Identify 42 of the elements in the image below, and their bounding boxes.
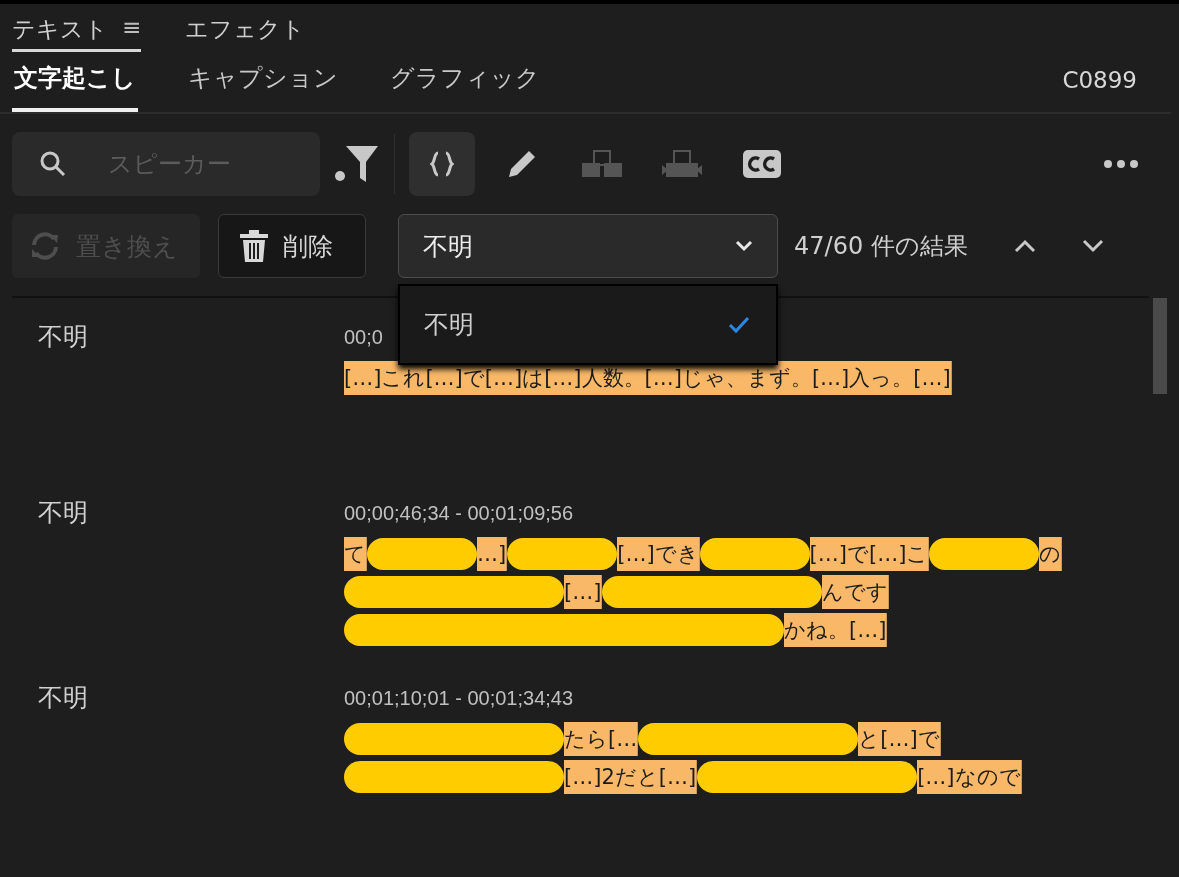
transcript-text[interactable]: […]でき [617,537,700,571]
transcript-text[interactable]: かね。[…] [784,613,888,647]
sub-tab[interactable]: 文字起こし [12,58,138,112]
results-count: 47/60 件の結果 [794,231,968,262]
transcript-text[interactable]: たら[… [564,722,639,756]
speaker-label[interactable]: 不明 [12,316,344,466]
trash-icon [239,229,269,263]
speaker-label[interactable]: 不明 [12,492,344,651]
transcript-text[interactable]: […]なので [917,760,1022,794]
previous-result-icon[interactable] [1013,239,1036,253]
transcript-text[interactable]: んです [822,575,890,609]
dropdown-option[interactable]: 不明 [400,298,776,351]
transcript-text[interactable]: […] [564,575,603,609]
more-icon[interactable] [1103,159,1139,169]
brackets-button[interactable] [409,132,475,196]
scrollbar-thumb[interactable] [1153,298,1167,394]
merge-blocks-icon [580,149,624,179]
split-blocks-icon [660,149,704,179]
transcript-text[interactable]: と[…]で [858,722,941,756]
transcript-text[interactable]: […]で[…]こ [809,537,930,571]
sub-tab[interactable]: グラフィック [388,58,542,112]
panel-tab[interactable]: エフェクト [185,14,306,52]
speaker-label[interactable]: 不明 [12,677,344,827]
chevron-down-icon [735,240,753,252]
timecode: 00;00;46;34 - 00;01;09;56 [344,502,575,525]
timecode: 00;01;10;01 - 00;01;34;43 [344,687,575,710]
timecode: 00;0 [344,326,384,349]
sub-tab[interactable]: キャプション [186,58,340,112]
next-result-icon[interactable] [1081,239,1104,253]
transcript-text[interactable]: […]2だと[…] [564,760,698,794]
transcript-text[interactable]: て [344,537,367,571]
delete-button[interactable]: 削除 [218,214,366,278]
panel-tab[interactable]: テキスト ≡ [12,14,142,52]
checkmark-icon [728,315,750,334]
clip-name: C0899 [1062,67,1137,95]
transcript-text[interactable]: の [1039,537,1063,571]
curly-braces-icon [430,150,454,178]
transcript-text[interactable]: …] [477,537,508,571]
transcript-text[interactable]: […]これ[…]で[…]は[…]人数。[…]じゃ、まず。[…]入っ。[…] [344,361,952,395]
closed-captions-icon [743,150,781,178]
search-icon [38,149,68,179]
speaker-dropdown[interactable]: 不明 [398,214,778,278]
